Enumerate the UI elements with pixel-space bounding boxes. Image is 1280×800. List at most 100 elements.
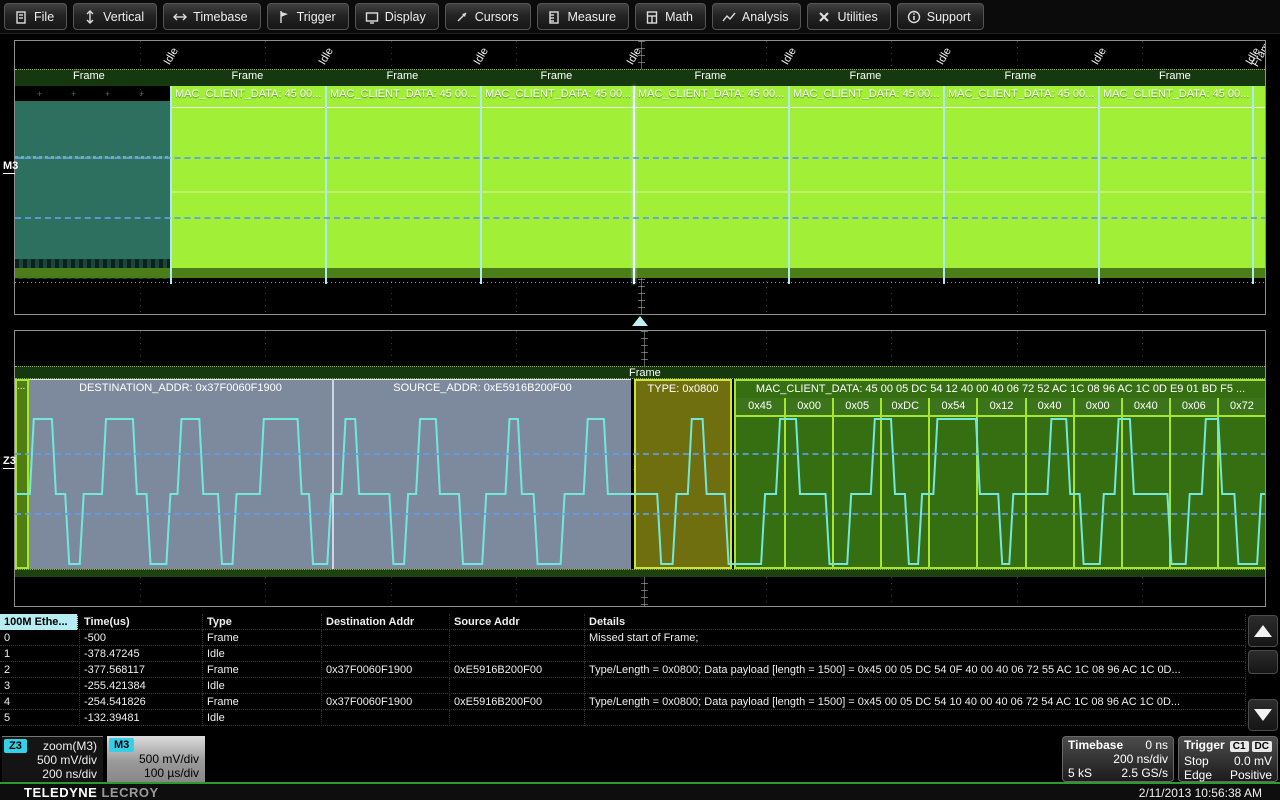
- scroll-up-button[interactable]: [1248, 615, 1278, 647]
- m3-vdiv: 500 mV/div: [107, 752, 205, 766]
- frame-topline: [944, 107, 1099, 108]
- table-header-row: 100M Ethe...Time(us)TypeDestination Addr…: [0, 614, 1246, 630]
- type-cell: Frame: [203, 662, 322, 678]
- row-index-cell: 2: [0, 662, 80, 678]
- frame-topline: [481, 107, 634, 108]
- menu-button-math[interactable]: Math: [635, 3, 706, 30]
- level-line-lower: [15, 513, 1266, 515]
- scroll-down-button[interactable]: [1248, 699, 1278, 731]
- menu-button-support[interactable]: Support: [897, 3, 984, 30]
- row-index-cell: 0: [0, 630, 80, 646]
- zoom-extent-line-upper: [15, 157, 1266, 159]
- timebase-samples: 5 kS: [1068, 766, 1092, 780]
- table-row[interactable]: 2-377.568117Frame0x37F0060F19000xE5916B2…: [0, 662, 1246, 678]
- menu-label: Vertical: [103, 10, 144, 24]
- table-scrollbar: [1248, 615, 1278, 732]
- timebase-offset: 0 ns: [1145, 738, 1168, 752]
- frame-topline: [634, 107, 789, 108]
- table-row[interactable]: 1-378.47245Idle: [0, 646, 1246, 662]
- math-icon: [645, 10, 659, 24]
- support-icon: [907, 10, 921, 24]
- time-cell: -377.568117: [80, 662, 203, 678]
- source-addr-cell: [450, 630, 585, 646]
- menu-button-file[interactable]: File: [4, 3, 67, 30]
- frame-data-label: MAC_CLIENT_DATA: 45 00...: [175, 88, 324, 100]
- trigger-coupling-badge: DC: [1252, 741, 1272, 752]
- frame-data-label: MAC_CLIENT_DATA: 45 00...: [638, 88, 787, 100]
- scroll-down-icon: [1254, 709, 1272, 721]
- column-header: Type: [203, 614, 322, 630]
- menu-label: Measure: [567, 10, 616, 24]
- frame-decode-block: [326, 86, 481, 278]
- menu-label: Timebase: [193, 10, 247, 24]
- type-cell: Frame: [203, 630, 322, 646]
- scrollbar-thumb[interactable]: [1248, 650, 1278, 674]
- dest-addr-cell: 0x37F0060F1900: [322, 694, 450, 710]
- frame-topline: [789, 107, 944, 108]
- frame-label: Frame: [387, 70, 419, 82]
- menu-label: Utilities: [837, 10, 877, 24]
- footer-bar: TELEDYNE LECROY 2/11/2013 10:56:38 AM: [0, 784, 1280, 800]
- column-header: Destination Addr: [322, 614, 450, 630]
- type-cell: Frame: [203, 694, 322, 710]
- menu-button-cursors[interactable]: Cursors: [445, 3, 532, 30]
- timebase-icon: [173, 10, 187, 24]
- frame-decode-block: [171, 86, 326, 278]
- table-row[interactable]: 5-132.39481Idle: [0, 710, 1246, 726]
- menu-label: Analysis: [742, 10, 789, 24]
- details-cell: [585, 646, 1246, 662]
- decode-table: 100M Ethe...Time(us)TypeDestination Addr…: [0, 614, 1246, 733]
- table-row[interactable]: 3-255.421384Idle: [0, 678, 1246, 694]
- timebase-title: Timebase: [1068, 738, 1123, 752]
- column-header: Source Addr: [450, 614, 585, 630]
- menu-button-display[interactable]: Display: [355, 3, 439, 30]
- z3-descriptor-box[interactable]: Z3 zoom(M3) 500 mV/div 200 ns/div: [2, 736, 103, 782]
- trigger-level: 0.0 mV: [1234, 754, 1272, 768]
- frame-data-label: MAC_CLIENT_DATA: 45 00...: [485, 88, 632, 100]
- details-cell: Missed start of Frame;: [585, 630, 1246, 646]
- decode-mark: +: [105, 89, 110, 94]
- trigger-box[interactable]: TriggerC1DC Stop0.0 mV EdgePositive: [1178, 736, 1278, 782]
- frame-decode-block: [634, 86, 789, 278]
- idle-separator-line: [1098, 86, 1100, 284]
- datetime-label: 2/11/2013 10:56:38 AM: [1139, 786, 1262, 800]
- menu-button-vertical[interactable]: Vertical: [73, 3, 157, 30]
- timebase-box[interactable]: Timebase0 ns 200 ns/div 5 kS2.5 GS/s: [1062, 736, 1174, 782]
- trigger-position-marker[interactable]: [632, 316, 648, 326]
- dest-addr-cell: 0x37F0060F1900: [322, 662, 450, 678]
- source-addr-cell: [450, 678, 585, 694]
- level-line-upper: [15, 453, 1266, 455]
- menu-button-trigger[interactable]: Trigger: [267, 3, 349, 30]
- idle-separator-line: [788, 86, 790, 284]
- table-row[interactable]: 4-254.541826Frame0x37F0060F19000xE5916B2…: [0, 694, 1246, 710]
- idle-label: Idle: [935, 46, 954, 67]
- dest-addr-cell: [322, 678, 450, 694]
- frame-label: Frame: [541, 70, 573, 82]
- menu-label: Math: [665, 10, 693, 24]
- z3-title: zoom(M3): [43, 737, 103, 753]
- row-index-cell: 3: [0, 678, 80, 694]
- trigger-time-line: [633, 86, 635, 284]
- measure-icon: [547, 10, 561, 24]
- time-cell: -378.47245: [80, 646, 203, 662]
- details-cell: Type/Length = 0x0800; Data payload [leng…: [585, 694, 1246, 710]
- details-cell: [585, 678, 1246, 694]
- vertical-icon: [83, 10, 97, 24]
- table-row[interactable]: 0-500FrameMissed start of Frame;: [0, 630, 1246, 646]
- frame-label: Frame: [850, 70, 882, 82]
- menu-button-timebase[interactable]: Timebase: [163, 3, 260, 30]
- m3-descriptor-box[interactable]: M3 500 mV/div 100 µs/div: [107, 736, 205, 782]
- frame-streak: [944, 191, 1099, 193]
- frame-data-label: MAC_CLIENT_DATA: 45 00...: [948, 88, 1097, 100]
- idle-separator-line: [1252, 86, 1254, 284]
- timebase-rate: 2.5 GS/s: [1121, 766, 1168, 780]
- frame-streak: [481, 191, 634, 193]
- menu-button-measure[interactable]: Measure: [537, 3, 629, 30]
- trigger-mode: Stop: [1184, 754, 1209, 768]
- dest-addr-cell: [322, 646, 450, 662]
- frame-label: Frame: [629, 367, 661, 379]
- details-cell: Type/Length = 0x0800; Data payload [leng…: [585, 662, 1246, 678]
- trigger-icon: [277, 10, 291, 24]
- menu-button-analysis[interactable]: Analysis: [712, 3, 802, 30]
- menu-button-utilities[interactable]: Utilities: [807, 3, 890, 30]
